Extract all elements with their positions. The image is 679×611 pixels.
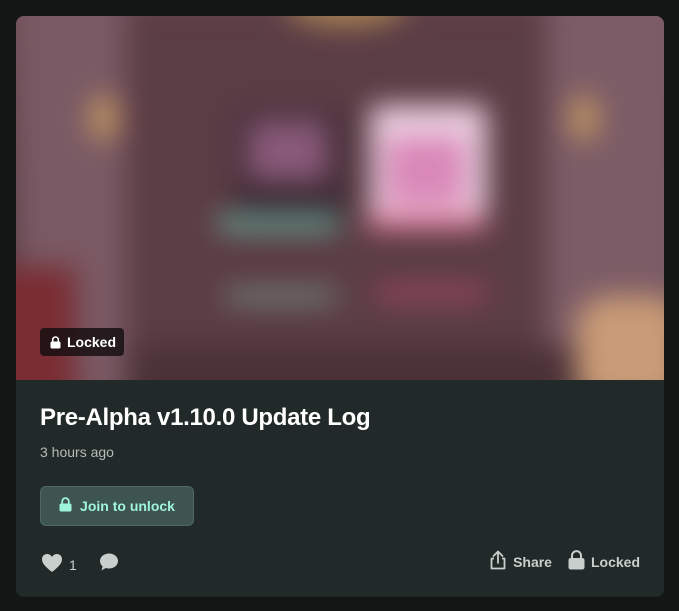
share-button[interactable]: Share xyxy=(489,550,552,573)
like-button[interactable]: 1 xyxy=(41,553,77,576)
lock-icon xyxy=(59,497,72,515)
join-button-label: Join to unlock xyxy=(80,498,175,514)
share-label: Share xyxy=(513,553,552,570)
post-card[interactable]: Locked Pre-Alpha v1.10.0 Update Log 3 ho… xyxy=(16,16,664,597)
locked-badge: Locked xyxy=(40,328,125,356)
post-timestamp: 3 hours ago xyxy=(40,444,114,460)
like-count: 1 xyxy=(69,556,77,573)
locked-status: Locked xyxy=(568,550,640,573)
lock-icon xyxy=(50,335,61,349)
share-icon xyxy=(489,550,507,573)
heart-icon xyxy=(41,553,63,576)
blurred-preview-image: Locked xyxy=(16,16,664,380)
locked-label: Locked xyxy=(590,553,640,570)
lock-icon xyxy=(568,550,585,573)
locked-badge-label: Locked xyxy=(67,334,117,350)
comment-button[interactable] xyxy=(99,552,119,577)
post-title[interactable]: Pre-Alpha v1.10.0 Update Log xyxy=(40,404,371,432)
comment-icon xyxy=(99,552,119,577)
join-to-unlock-button[interactable]: Join to unlock xyxy=(40,486,194,526)
